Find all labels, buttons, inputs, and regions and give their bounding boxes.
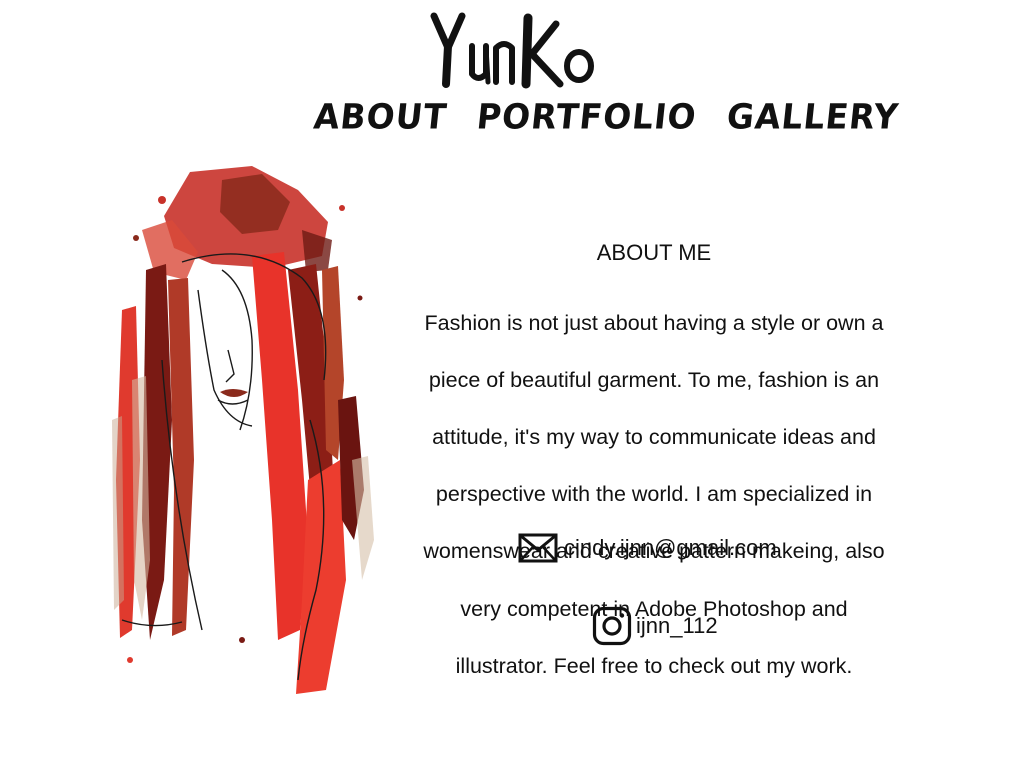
about-line: illustrator. Feel free to check out my w… (455, 653, 853, 678)
about-heading: ABOUT ME (596, 240, 712, 265)
nav-about-link[interactable]: About (312, 96, 449, 137)
email-contact: cindy.ijnn@gmail.com (518, 532, 777, 564)
about-line: piece of beautiful garment. To me, fashi… (428, 367, 880, 392)
about-line: attitude, it's my way to communicate ide… (432, 424, 876, 449)
instagram-icon[interactable] (592, 606, 632, 646)
instagram-contact: ijnn_112 (592, 606, 718, 646)
page: About Portfolio Gallery (0, 0, 1024, 768)
about-line: Fashion is not just about having a style… (424, 310, 884, 335)
mail-icon (518, 532, 558, 564)
nav-portfolio-link[interactable]: Portfolio (475, 96, 699, 137)
email-link[interactable]: cindy.ijnn@gmail.com (564, 535, 777, 561)
about-line: perspective with the world. I am special… (435, 482, 873, 507)
nav-gallery-link[interactable]: Gallery (725, 96, 901, 137)
yunko-logo-graphic (430, 12, 594, 89)
site-logo[interactable] (430, 8, 600, 90)
instagram-handle-link[interactable]: ijnn_112 (636, 613, 718, 639)
portrait-illustration (102, 160, 394, 698)
main-nav: About Portfolio Gallery (312, 92, 901, 140)
